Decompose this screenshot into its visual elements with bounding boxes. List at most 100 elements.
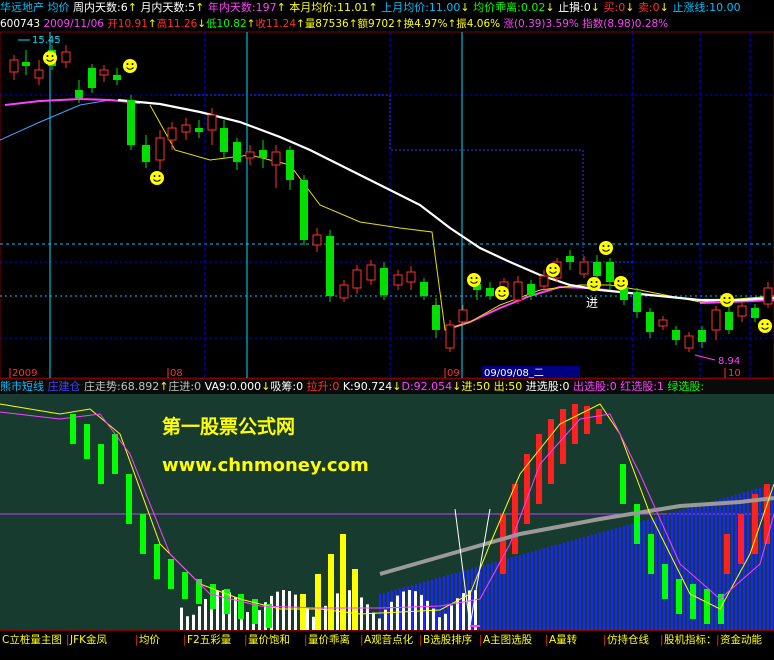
candle-body <box>566 256 574 262</box>
signal-bar <box>352 569 358 630</box>
candle-body <box>763 287 773 305</box>
k-value: K:90.724 <box>342 380 393 393</box>
close-price: 收11.24 <box>255 18 296 30</box>
volume-bar <box>408 590 411 630</box>
green-bar <box>168 559 174 589</box>
high-price: 高11.26 <box>156 18 198 30</box>
indicator-tab[interactable]: 量价饱和 <box>248 633 290 647</box>
week-days: 周内天数:6 <box>73 1 128 14</box>
quote-date: 2009/11/06 <box>43 18 104 30</box>
candle-body <box>233 142 241 162</box>
indicator-tab[interactable]: 量价乖离 <box>308 633 350 647</box>
signal-bar <box>315 574 321 630</box>
tab-divider: | <box>716 634 720 646</box>
candle-body <box>380 268 388 295</box>
volume-bar <box>462 593 465 630</box>
green-bar <box>266 604 272 628</box>
candle-body <box>445 324 455 349</box>
smiley-icon <box>123 59 137 73</box>
candle-body <box>684 335 694 349</box>
red-bar <box>764 484 770 544</box>
indicator-tab[interactable]: A量转 <box>549 633 577 647</box>
indicator-name[interactable]: 均价 <box>48 1 70 14</box>
smiley-icon <box>43 51 57 65</box>
green-select-value: 绿选股: <box>667 380 705 393</box>
green-bar <box>98 444 104 484</box>
red-select-value: 红选股:1 <box>620 380 664 393</box>
candle-body <box>420 282 428 296</box>
volume-bar <box>414 591 417 630</box>
candle-body <box>646 312 654 332</box>
stock-name[interactable]: 华远地产 <box>0 1 44 14</box>
indicator-tab[interactable]: B选股排序 <box>423 633 472 647</box>
green-bar <box>182 572 188 599</box>
tab-divider: | <box>545 634 549 646</box>
jin-value: 进:50 <box>461 380 491 393</box>
volume-bar <box>372 612 375 630</box>
pull-value: 拉升:0 <box>306 380 340 393</box>
candle-body <box>22 62 30 66</box>
candle-body <box>458 309 468 323</box>
indicator-tab[interactable]: A观音点化 <box>364 633 413 647</box>
candle-body <box>142 145 150 162</box>
lower-indicator-name[interactable]: 熊市短线 <box>0 380 44 393</box>
chu-select-value: 出选股:0 <box>573 380 617 393</box>
sell-value: 卖:0 <box>637 1 660 14</box>
green-bar <box>238 594 244 619</box>
tab-divider: | <box>603 634 607 646</box>
tab-divider: | <box>183 634 187 646</box>
volume-bar <box>348 590 351 630</box>
signal-bar <box>300 594 306 630</box>
smiley-icon <box>587 277 601 291</box>
indicator-tab[interactable]: 资金动能 <box>720 633 762 647</box>
volume-bar <box>432 608 435 630</box>
va9-value: VA9:0.000 <box>204 380 262 393</box>
candle-body <box>99 69 109 76</box>
indicator-tab[interactable]: F2五彩量 <box>187 633 231 647</box>
green-bar <box>662 564 668 599</box>
red-bar <box>500 514 506 574</box>
watermark-title: 第一股票公式网 <box>162 416 296 438</box>
candle-body <box>672 330 680 340</box>
candle-body <box>9 59 19 73</box>
smiley-icon <box>150 171 164 185</box>
candle-body <box>167 127 177 141</box>
candle-body <box>486 288 494 296</box>
candle-body <box>245 151 255 159</box>
indicator-tab[interactable]: C立桩量主图 <box>2 633 62 647</box>
amplitude: 振4.06% <box>456 18 501 30</box>
indicator-canvas <box>0 403 774 630</box>
chu-value: 出:50 <box>493 380 523 393</box>
candle-body <box>751 308 759 318</box>
amount: 额9702 <box>357 18 395 30</box>
volume-bar <box>288 591 291 630</box>
volume-bar <box>282 590 285 630</box>
candle-body <box>579 261 589 275</box>
month-avg: 本月均价:11.01 <box>289 1 369 14</box>
volume-bar <box>450 605 453 630</box>
tab-divider: | <box>360 634 364 646</box>
candle-body <box>61 51 71 63</box>
signal-bar <box>328 554 334 630</box>
volume-bar <box>204 599 207 630</box>
green-bar <box>676 579 682 614</box>
indicator-tab[interactable]: 股机指标： <box>664 633 717 647</box>
avg-deviation: 均价乖离:0.02 <box>473 1 546 14</box>
volume-bar <box>426 600 429 630</box>
candle-body <box>393 274 403 286</box>
green-bar <box>112 434 118 474</box>
candle-body <box>366 264 376 281</box>
indicator-tab[interactable]: JFK金凤 <box>70 633 107 647</box>
volume-bar <box>396 595 399 630</box>
indicator-tab[interactable]: 均价 <box>139 633 160 647</box>
indicator-tab[interactable]: 仿持仓线 <box>607 633 649 647</box>
candle-body <box>88 68 96 88</box>
last-month-avg: 上月均价:11.00 <box>381 1 461 14</box>
indicator-tab[interactable]: A主图选股 <box>483 633 532 647</box>
candle-body <box>181 124 191 133</box>
signal-bar <box>340 534 346 630</box>
indicator-label-bar: 熊市短线 庄建仓 庄走势:68.892↑庄进:0 VA9:0.000↓吸筹:0 … <box>0 378 774 395</box>
green-bar <box>84 424 90 459</box>
lower-indicator-mode: 庄建仓 <box>47 380 81 393</box>
candle-body <box>75 90 83 98</box>
